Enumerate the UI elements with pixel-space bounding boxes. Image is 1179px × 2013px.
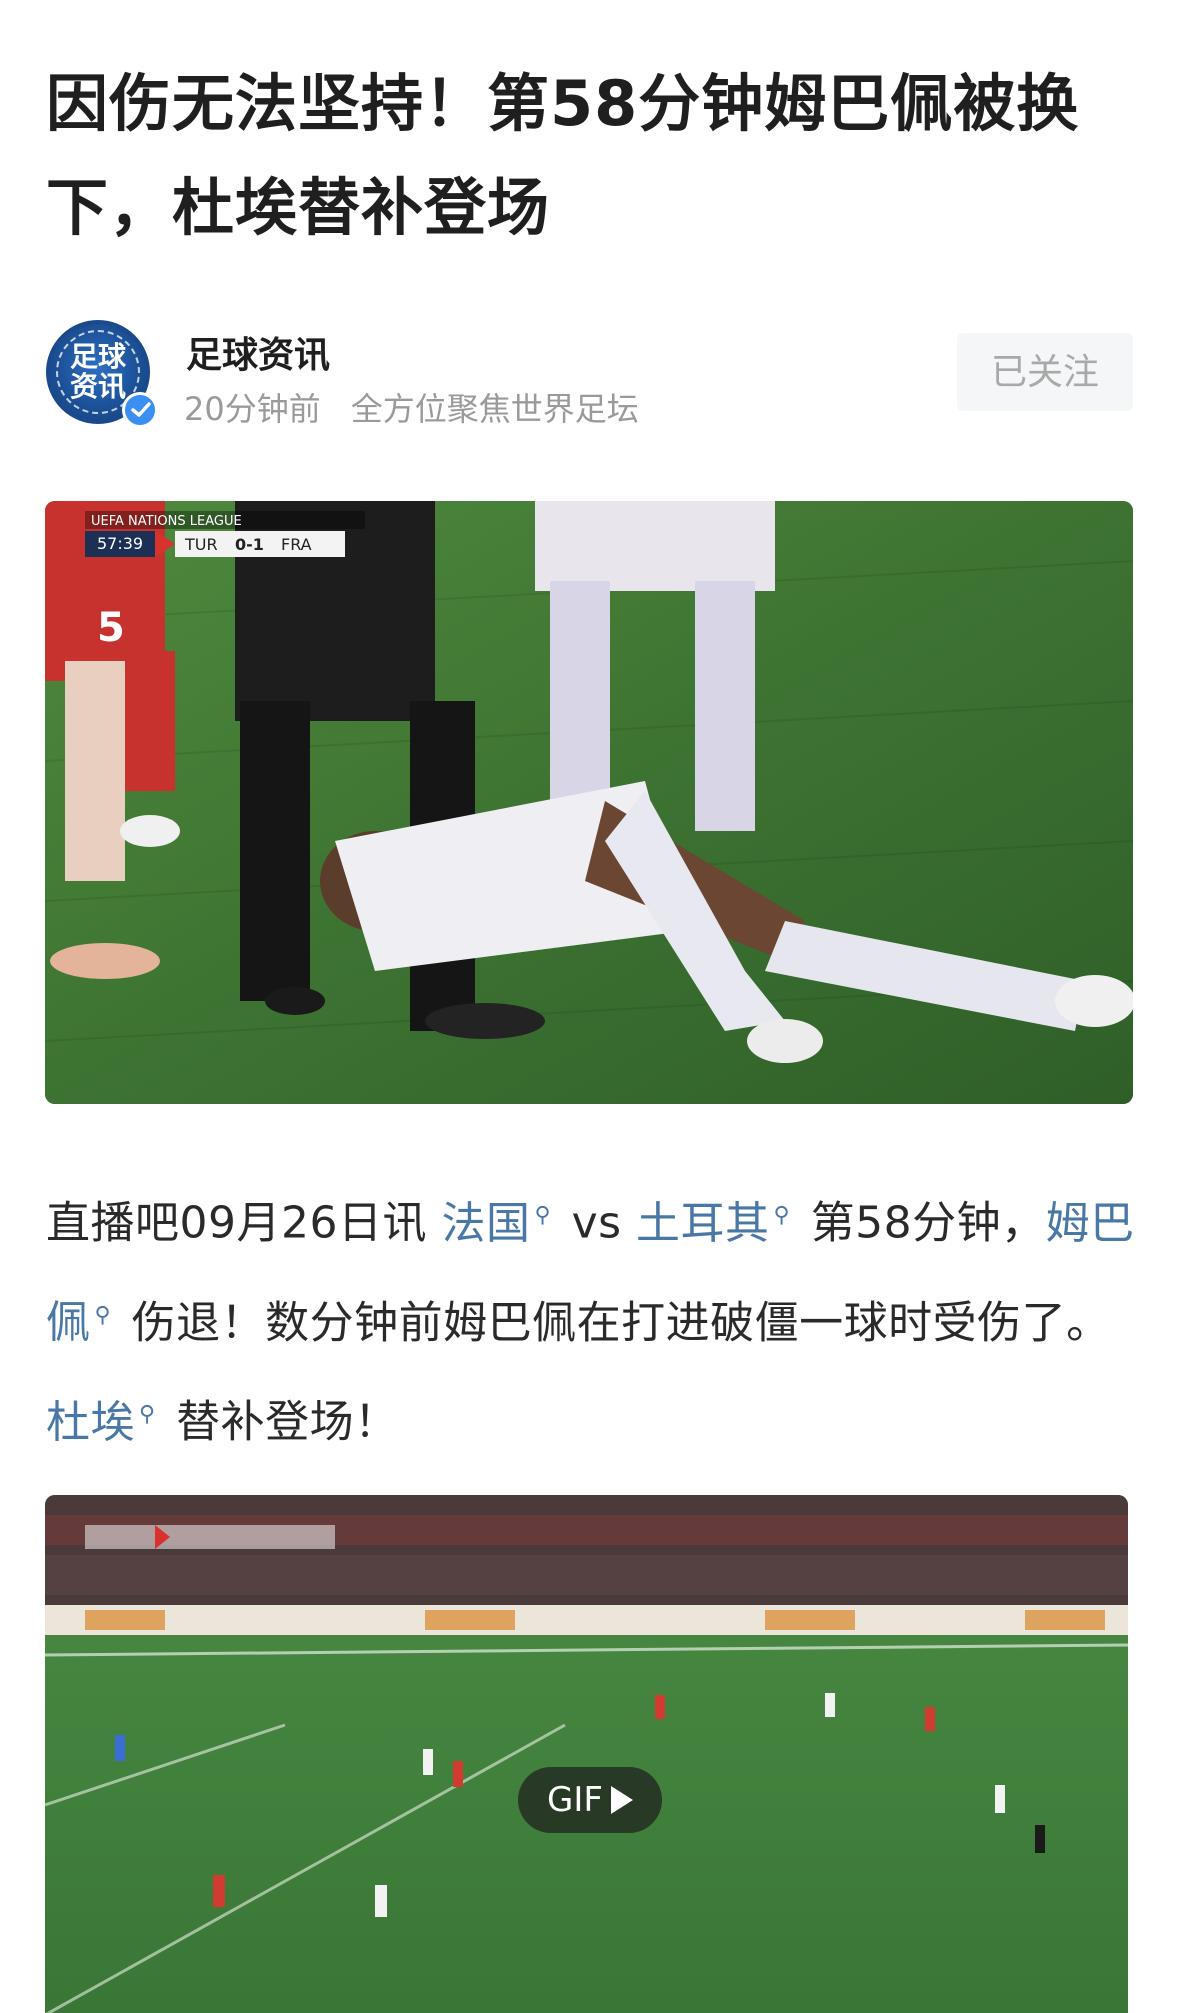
article-image-injury[interactable]: UEFA NATIONS LEAGUE 57:39 TUR 0-1 FRA 5 (45, 501, 1133, 1104)
scorebug-score: 0-1 (235, 535, 264, 554)
body-text-5: 替补登场！ (161, 1396, 399, 1448)
body-text-1: 直播吧09月26日讯 (46, 1197, 442, 1249)
publish-time: 20分钟前 (184, 390, 321, 428)
scorebug-home: TUR (184, 535, 218, 554)
player-number: 5 (97, 605, 125, 651)
body-text-2: vs (557, 1197, 637, 1249)
author-meta: 20分钟前 全方位聚焦世界足坛 (184, 384, 639, 430)
link-doue[interactable]: 杜埃 ⚲ (46, 1397, 162, 1448)
scorebug-league: UEFA NATIONS LEAGUE (91, 514, 242, 529)
gif-label: GIF (547, 1780, 603, 1820)
author-tagline: 全方位聚焦世界足坛 (350, 390, 639, 428)
body-text-4: 伤退！数分钟前姆巴佩在打进破僵一球时受伤了。 (117, 1297, 1111, 1349)
article-title: 因伤无法坚持！第58分钟姆巴佩被换下，杜埃替补登场 (46, 67, 1080, 244)
search-icon: ⚲ (773, 1203, 791, 1228)
injury-photo: UEFA NATIONS LEAGUE 57:39 TUR 0-1 FRA 5 (45, 501, 1133, 1104)
scorebug-time: 57:39 (97, 534, 143, 553)
follow-button[interactable]: 已关注 (957, 333, 1133, 411)
body-text-3: 第58分钟， (796, 1197, 1046, 1249)
link-france[interactable]: 法国 ⚲ (441, 1198, 557, 1249)
play-icon (610, 1786, 633, 1814)
search-icon: ⚲ (94, 1302, 112, 1328)
search-icon: ⚲ (139, 1402, 156, 1428)
author-name[interactable]: 足球资讯 (186, 326, 330, 378)
scorebug-away: FRA (281, 535, 312, 554)
verified-check-icon (122, 392, 158, 428)
article-body: 直播吧09月26日讯 法国 ⚲ vs 土耳其 ⚲ 第58分钟，姆巴佩 ⚲ 伤退！数分钟… (46, 1170, 1136, 1469)
article-gif-preview[interactable] (45, 1495, 1128, 2013)
search-icon: ⚲ (534, 1203, 552, 1228)
link-turkey[interactable]: 土耳其 ⚲ (636, 1198, 796, 1249)
gif-play-badge[interactable]: GIF (518, 1767, 662, 1833)
stadium-gif-frame (45, 1495, 1128, 2013)
author-bar: 足球 资讯 足球资讯 20分钟前 全方位聚焦世界足坛 已关注 (46, 318, 1133, 428)
